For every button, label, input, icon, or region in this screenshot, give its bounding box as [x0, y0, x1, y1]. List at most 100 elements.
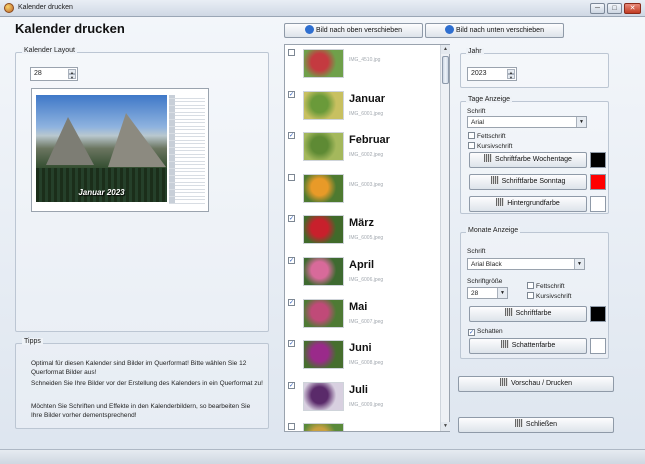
- scroll-thumb[interactable]: [442, 56, 449, 84]
- month-font-color-swatch: [590, 306, 606, 322]
- months-bold-checkbox[interactable]: Fettschrift: [527, 282, 565, 290]
- image-filename: IMG_6008.jpeg: [349, 360, 384, 367]
- image-checkbox[interactable]: ✓: [288, 257, 295, 264]
- days-bold-checkbox[interactable]: Fettschrift: [468, 132, 506, 140]
- chevron-down-icon: ▼: [497, 288, 507, 298]
- months-italic-label: Kursivschrift: [536, 293, 572, 300]
- image-thumbnail: [303, 257, 344, 286]
- year-spinner[interactable]: 2023 ▲ ▼: [467, 67, 517, 81]
- preview-print-button[interactable]: Vorschau / Drucken: [458, 376, 614, 392]
- image-thumbnail: [303, 132, 344, 162]
- shadow-checkbox[interactable]: ✓ Schatten: [468, 328, 503, 336]
- chevron-down-icon: ▼: [576, 117, 586, 127]
- days-font-label: Schrift: [467, 108, 486, 115]
- sunday-color-swatch: [590, 174, 606, 190]
- palette-icon: [500, 340, 509, 348]
- list-item[interactable]: ✓ Juli IMG_6009.jpeg: [285, 378, 441, 419]
- list-item[interactable]: ✓ April IMG_6006.jpeg: [285, 253, 441, 294]
- list-item[interactable]: ✓ Januar IMG_6001.jpeg: [285, 87, 441, 128]
- image-thumbnail: [303, 381, 344, 411]
- image-thumbnail: [303, 340, 344, 370]
- move-up-label: Bild nach oben verschieben: [315, 27, 402, 34]
- tip-1: Optimal für diesen Kalender sind Bilder …: [31, 360, 247, 376]
- image-checkbox[interactable]: [288, 423, 295, 431]
- image-month: Juni: [349, 342, 372, 355]
- exit-icon: [514, 419, 523, 427]
- chevron-down-icon: ▼: [574, 259, 584, 269]
- list-item[interactable]: ✓ Juni IMG_6008.jpeg: [285, 336, 441, 377]
- background-color-label: Hintergrundfarbe: [507, 200, 560, 207]
- image-thumbnail: [303, 49, 344, 78]
- image-checkbox[interactable]: [288, 49, 295, 56]
- close-window-button[interactable]: ✕: [624, 3, 641, 14]
- preview-photo: Januar 2023: [36, 95, 167, 202]
- scroll-down-icon[interactable]: ▼: [441, 422, 450, 431]
- month-font-color-button[interactable]: Schriftfarbe: [469, 306, 587, 322]
- list-item[interactable]: IMG_6003.jpeg: [285, 170, 441, 211]
- list-item[interactable]: IMG_4510.jpg: [285, 45, 441, 86]
- image-checkbox[interactable]: ✓: [288, 298, 295, 306]
- minimize-button[interactable]: ─: [590, 3, 605, 14]
- layout-group-label: Kalender Layout: [22, 47, 77, 54]
- tips-group-label: Tipps: [22, 338, 43, 345]
- weekday-color-label: Schriftfarbe Wochentage: [495, 156, 572, 163]
- months-size-select[interactable]: 28 ▼: [467, 287, 508, 299]
- preview-day-row: [169, 200, 205, 204]
- title-bar: Kalender drucken ─ □ ✕: [0, 0, 645, 17]
- months-size-label: Schriftgröße: [467, 278, 503, 285]
- months-size-value: 28: [471, 290, 479, 297]
- months-italic-checkbox[interactable]: Kursivschrift: [527, 292, 571, 300]
- days-italic-checkbox[interactable]: Kursivschrift: [468, 142, 512, 150]
- image-checkbox[interactable]: ✓: [288, 90, 295, 98]
- list-item[interactable]: [285, 419, 441, 431]
- sunday-color-label: Schriftfarbe Sonntag: [501, 178, 566, 185]
- scroll-up-icon[interactable]: ▲: [441, 45, 450, 54]
- layout-size-spinner[interactable]: 28 ▲ ▼: [30, 67, 78, 81]
- image-checkbox[interactable]: ✓: [288, 381, 295, 389]
- days-bold-label: Fettschrift: [477, 133, 506, 140]
- image-checkbox[interactable]: ✓: [288, 215, 295, 223]
- preview-print-label: Vorschau / Drucken: [510, 380, 573, 387]
- tip-2: Schneiden Sie Ihre Bilder vor der Erstel…: [31, 380, 263, 387]
- months-font-label: Schrift: [467, 248, 486, 255]
- tip-3: Möchten Sie Schriften und Effekte in den…: [31, 403, 251, 419]
- image-filename: IMG_4510.jpg: [349, 57, 381, 63]
- days-group-label: Tage Anzeige: [466, 96, 513, 103]
- weekday-color-button[interactable]: Schriftfarbe Wochentage: [469, 152, 587, 168]
- days-font-select[interactable]: Arial ▼: [467, 116, 587, 128]
- move-down-button[interactable]: Bild nach unten verschieben: [425, 23, 564, 38]
- image-filename: IMG_6001.jpeg: [349, 110, 384, 117]
- month-font-color-label: Schriftfarbe: [515, 310, 552, 317]
- image-month: März: [349, 217, 375, 230]
- page-title: Kalender drucken: [15, 21, 125, 36]
- list-item[interactable]: ✓ März IMG_6005.jpeg: [285, 211, 441, 252]
- image-checkbox[interactable]: ✓: [288, 340, 295, 348]
- image-checkbox[interactable]: ✓: [288, 132, 295, 140]
- move-up-button[interactable]: Bild nach oben verschieben: [284, 23, 423, 38]
- image-filename: IMG_6009.jpeg: [349, 401, 384, 408]
- layout-size-value: 28: [34, 70, 42, 77]
- palette-icon: [490, 176, 499, 184]
- months-bold-label: Fettschrift: [536, 283, 565, 290]
- list-item[interactable]: ✓ Februar IMG_6002.jpeg: [285, 128, 441, 169]
- close-button[interactable]: Schließen: [458, 417, 614, 433]
- preview-caption: Januar 2023: [78, 188, 125, 197]
- image-list[interactable]: IMG_4510.jpg ✓ Januar IMG_6001.jpeg ✓ Februar…: [284, 44, 450, 432]
- sunday-color-button[interactable]: Schriftfarbe Sonntag: [469, 174, 587, 190]
- shadow-label: Schatten: [477, 328, 503, 335]
- image-filename: IMG_6003.jpeg: [349, 181, 384, 188]
- background-color-button[interactable]: Hintergrundfarbe: [469, 196, 587, 212]
- image-thumbnail: [303, 90, 344, 120]
- year-group-label: Jahr: [466, 48, 484, 55]
- spin-down-icon[interactable]: ▼: [68, 74, 76, 80]
- arrow-down-icon: [445, 25, 455, 34]
- shadow-color-button[interactable]: Schattenfarbe: [469, 338, 587, 354]
- maximize-button[interactable]: □: [607, 3, 622, 14]
- image-checkbox[interactable]: [288, 173, 295, 181]
- image-list-scrollbar[interactable]: ▲ ▼: [440, 45, 450, 431]
- image-month: Juli: [349, 383, 368, 396]
- year-down-icon[interactable]: ▼: [507, 74, 515, 80]
- months-group-label: Monate Anzeige: [466, 227, 521, 234]
- list-item[interactable]: ✓ Mai IMG_6007.jpeg: [285, 295, 441, 336]
- months-font-select[interactable]: Arial Black ▼: [467, 258, 585, 270]
